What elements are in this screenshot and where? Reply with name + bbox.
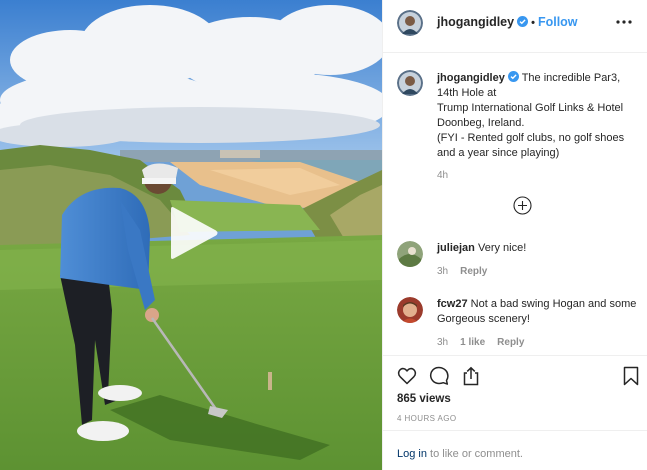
avatar[interactable] bbox=[397, 241, 423, 267]
post-header-user: jhogangidley • Follow bbox=[437, 15, 578, 29]
post-timestamp[interactable]: 4 HOURS AGO bbox=[397, 414, 457, 423]
comment: fcw27 Not a bad swing Hogan and some Gor… bbox=[437, 297, 637, 327]
comment-meta: 3h Reply bbox=[437, 266, 499, 277]
comment-bubble-icon[interactable] bbox=[429, 366, 449, 386]
comment-timestamp[interactable]: 3h bbox=[437, 266, 448, 277]
comment-timestamp[interactable]: 3h bbox=[437, 337, 448, 348]
verified-badge-icon bbox=[507, 71, 519, 82]
caption-timestamp[interactable]: 4h bbox=[437, 170, 448, 181]
comment: juliejan Very nice! bbox=[437, 241, 637, 256]
post-video[interactable] bbox=[0, 0, 382, 470]
comment-meta: 3h 1 like Reply bbox=[437, 337, 536, 348]
post-caption: jhogangidley The incredible Par3, 14th H… bbox=[437, 71, 637, 161]
comment-likes[interactable]: 1 like bbox=[460, 337, 485, 348]
follow-button[interactable]: Follow bbox=[538, 15, 578, 29]
reply-button[interactable]: Reply bbox=[460, 266, 487, 277]
avatar[interactable] bbox=[397, 70, 423, 96]
caption-username[interactable]: jhogangidley bbox=[437, 72, 505, 84]
play-icon[interactable] bbox=[167, 206, 219, 260]
bookmark-icon[interactable] bbox=[621, 366, 641, 386]
comment-username[interactable]: juliejan bbox=[437, 242, 475, 254]
heart-icon[interactable] bbox=[397, 366, 417, 386]
share-icon[interactable] bbox=[461, 366, 481, 386]
avatar[interactable] bbox=[397, 297, 423, 323]
avatar[interactable] bbox=[397, 10, 423, 36]
login-link[interactable]: Log in bbox=[397, 448, 427, 460]
comment-text: Very nice! bbox=[477, 242, 527, 254]
more-options-icon[interactable] bbox=[614, 14, 634, 30]
reply-button[interactable]: Reply bbox=[497, 337, 524, 348]
caption-text: The incredible Par3, 14th Hole at Trump … bbox=[437, 72, 625, 159]
login-prompt: Log in to like or comment. bbox=[383, 430, 647, 470]
username-link[interactable]: jhogangidley bbox=[437, 15, 514, 29]
verified-badge-icon bbox=[517, 16, 529, 27]
post-header: jhogangidley • Follow bbox=[383, 0, 647, 53]
login-prompt-text: to like or comment. bbox=[426, 448, 523, 460]
view-count[interactable]: 865 views bbox=[397, 393, 451, 405]
login-line: Log in to like or comment. bbox=[397, 448, 523, 460]
plus-circle-icon[interactable] bbox=[513, 196, 532, 215]
comment-username[interactable]: fcw27 bbox=[437, 298, 468, 310]
separator-dot: • bbox=[531, 17, 535, 29]
post-side-panel: jhogangidley • Follow jhogangidley The inc… bbox=[382, 0, 647, 470]
